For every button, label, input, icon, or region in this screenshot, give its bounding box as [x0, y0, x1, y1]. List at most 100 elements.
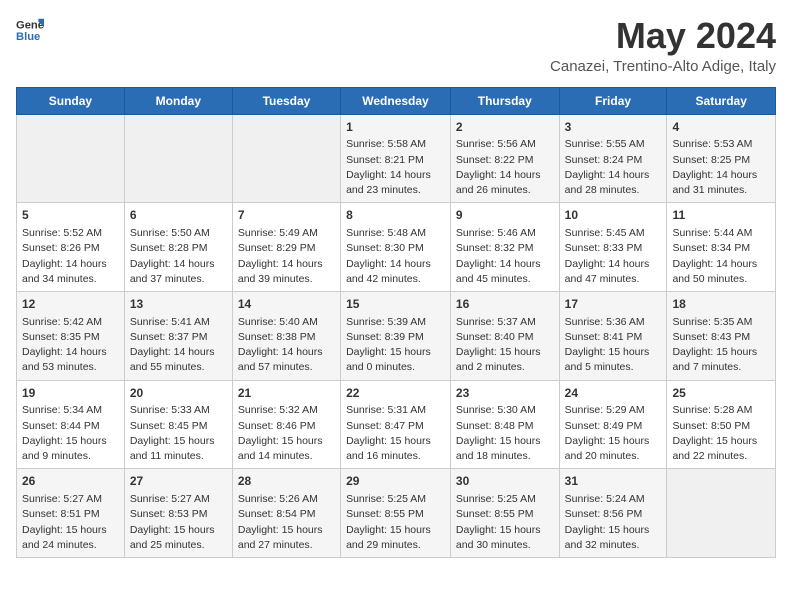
calendar-cell: 23Sunrise: 5:30 AMSunset: 8:48 PMDayligh… — [450, 380, 559, 469]
daylight-text: Daylight: 15 hours and 22 minutes. — [672, 434, 770, 464]
calendar-cell: 24Sunrise: 5:29 AMSunset: 8:49 PMDayligh… — [559, 380, 667, 469]
day-info: Sunrise: 5:24 AMSunset: 8:56 PMDaylight:… — [565, 492, 662, 553]
day-info: Sunrise: 5:58 AMSunset: 8:21 PMDaylight:… — [346, 137, 445, 198]
calendar-cell: 28Sunrise: 5:26 AMSunset: 8:54 PMDayligh… — [232, 469, 340, 558]
sunset-text: Sunset: 8:25 PM — [672, 153, 770, 168]
calendar-cell: 1Sunrise: 5:58 AMSunset: 8:21 PMDaylight… — [341, 114, 451, 203]
sunset-text: Sunset: 8:34 PM — [672, 241, 770, 256]
sunset-text: Sunset: 8:33 PM — [565, 241, 662, 256]
day-number: 4 — [672, 119, 770, 136]
day-number: 9 — [456, 207, 554, 224]
logo-icon: General Blue — [16, 16, 44, 44]
daylight-text: Daylight: 14 hours and 26 minutes. — [456, 168, 554, 198]
sunrise-text: Sunrise: 5:29 AM — [565, 403, 662, 418]
daylight-text: Daylight: 15 hours and 0 minutes. — [346, 345, 445, 375]
calendar-cell: 29Sunrise: 5:25 AMSunset: 8:55 PMDayligh… — [341, 469, 451, 558]
sunset-text: Sunset: 8:39 PM — [346, 330, 445, 345]
title-area: May 2024 Canazei, Trentino-Alto Adige, I… — [550, 16, 776, 75]
header-monday: Monday — [124, 87, 232, 114]
sunrise-text: Sunrise: 5:42 AM — [22, 315, 119, 330]
calendar-cell: 27Sunrise: 5:27 AMSunset: 8:53 PMDayligh… — [124, 469, 232, 558]
header-saturday: Saturday — [667, 87, 776, 114]
calendar-cell: 11Sunrise: 5:44 AMSunset: 8:34 PMDayligh… — [667, 203, 776, 292]
day-number: 25 — [672, 385, 770, 402]
sunrise-text: Sunrise: 5:58 AM — [346, 137, 445, 152]
day-info: Sunrise: 5:37 AMSunset: 8:40 PMDaylight:… — [456, 315, 554, 376]
day-info: Sunrise: 5:39 AMSunset: 8:39 PMDaylight:… — [346, 315, 445, 376]
daylight-text: Daylight: 15 hours and 2 minutes. — [456, 345, 554, 375]
day-info: Sunrise: 5:55 AMSunset: 8:24 PMDaylight:… — [565, 137, 662, 198]
calendar-cell: 16Sunrise: 5:37 AMSunset: 8:40 PMDayligh… — [450, 291, 559, 380]
calendar-cell: 25Sunrise: 5:28 AMSunset: 8:50 PMDayligh… — [667, 380, 776, 469]
sunset-text: Sunset: 8:47 PM — [346, 419, 445, 434]
day-info: Sunrise: 5:50 AMSunset: 8:28 PMDaylight:… — [130, 226, 227, 287]
calendar-cell: 12Sunrise: 5:42 AMSunset: 8:35 PMDayligh… — [17, 291, 125, 380]
calendar-week-1: 1Sunrise: 5:58 AMSunset: 8:21 PMDaylight… — [17, 114, 776, 203]
calendar-cell: 31 Sunrise: 5:24 AMSunset: 8:56 PMDayligh… — [559, 469, 667, 558]
sunrise-text: Sunrise: 5:27 AM — [130, 492, 227, 507]
sunrise-text: Sunrise: 5:28 AM — [672, 403, 770, 418]
calendar-cell: 15 Sunrise: 5:39 AMSunset: 8:39 PMDayligh… — [341, 291, 451, 380]
daylight-text: Daylight: 14 hours and 23 minutes. — [346, 168, 445, 198]
day-info: Sunrise: 5:36 AMSunset: 8:41 PMDaylight:… — [565, 315, 662, 376]
daylight-text: Daylight: 15 hours and 29 minutes. — [346, 523, 445, 553]
sunset-text: Sunset: 8:30 PM — [346, 241, 445, 256]
calendar-cell: 9Sunrise: 5:46 AMSunset: 8:32 PMDaylight… — [450, 203, 559, 292]
sunset-text: Sunset: 8:50 PM — [672, 419, 770, 434]
day-info: Sunrise: 5:41 AMSunset: 8:37 PMDaylight:… — [130, 315, 227, 376]
sunrise-text: Sunrise: 5:33 AM — [130, 403, 227, 418]
day-number: 17 — [565, 296, 662, 313]
calendar-cell: 8 Sunrise: 5:48 AMSunset: 8:30 PMDaylight… — [341, 203, 451, 292]
daylight-text: Daylight: 14 hours and 53 minutes. — [22, 345, 119, 375]
calendar-cell: 19Sunrise: 5:34 AMSunset: 8:44 PMDayligh… — [17, 380, 125, 469]
day-number: 26 — [22, 473, 119, 490]
sunrise-text: Sunrise: 5:25 AM — [456, 492, 554, 507]
day-info: Sunrise: 5:30 AMSunset: 8:48 PMDaylight:… — [456, 403, 554, 464]
day-number: 31 — [565, 473, 662, 490]
day-number: 23 — [456, 385, 554, 402]
sunset-text: Sunset: 8:48 PM — [456, 419, 554, 434]
sunset-text: Sunset: 8:45 PM — [130, 419, 227, 434]
sunrise-text: Sunrise: 5:26 AM — [238, 492, 335, 507]
day-info: Sunrise: 5:26 AMSunset: 8:54 PMDaylight:… — [238, 492, 335, 553]
day-number: 14 — [238, 296, 335, 313]
sunrise-text: Sunrise: 5:40 AM — [238, 315, 335, 330]
daylight-text: Daylight: 14 hours and 37 minutes. — [130, 257, 227, 287]
sunrise-text: Sunrise: 5:37 AM — [456, 315, 554, 330]
calendar-cell: 26 Sunrise: 5:27 AMSunset: 8:51 PMDayligh… — [17, 469, 125, 558]
sunset-text: Sunset: 8:24 PM — [565, 153, 662, 168]
day-info: Sunrise: 5:32 AMSunset: 8:46 PMDaylight:… — [238, 403, 335, 464]
sunset-text: Sunset: 8:26 PM — [22, 241, 119, 256]
day-info: Sunrise: 5:35 AMSunset: 8:43 PMDaylight:… — [672, 315, 770, 376]
header-thursday: Thursday — [450, 87, 559, 114]
day-info: Sunrise: 5:27 AMSunset: 8:51 PMDaylight:… — [22, 492, 119, 553]
daylight-text: Daylight: 14 hours and 50 minutes. — [672, 257, 770, 287]
daylight-text: Daylight: 14 hours and 31 minutes. — [672, 168, 770, 198]
sunrise-text: Sunrise: 5:34 AM — [22, 403, 119, 418]
daylight-text: Daylight: 14 hours and 39 minutes. — [238, 257, 335, 287]
sunrise-text: Sunrise: 5:39 AM — [346, 315, 445, 330]
calendar-cell: 7Sunrise: 5:49 AMSunset: 8:29 PMDaylight… — [232, 203, 340, 292]
day-info: Sunrise: 5:49 AMSunset: 8:29 PMDaylight:… — [238, 226, 335, 287]
sunset-text: Sunset: 8:54 PM — [238, 507, 335, 522]
day-number: 15 — [346, 296, 445, 313]
calendar-week-3: 12Sunrise: 5:42 AMSunset: 8:35 PMDayligh… — [17, 291, 776, 380]
daylight-text: Daylight: 14 hours and 57 minutes. — [238, 345, 335, 375]
day-number: 8 — [346, 207, 445, 224]
svg-text:Blue: Blue — [16, 31, 40, 43]
calendar-cell: 14Sunrise: 5:40 AMSunset: 8:38 PMDayligh… — [232, 291, 340, 380]
sunset-text: Sunset: 8:35 PM — [22, 330, 119, 345]
day-number: 3 — [565, 119, 662, 136]
sunset-text: Sunset: 8:46 PM — [238, 419, 335, 434]
daylight-text: Daylight: 15 hours and 20 minutes. — [565, 434, 662, 464]
header-friday: Friday — [559, 87, 667, 114]
sunset-text: Sunset: 8:56 PM — [565, 507, 662, 522]
day-info: Sunrise: 5:48 AMSunset: 8:30 PMDaylight:… — [346, 226, 445, 287]
day-number: 30 — [456, 473, 554, 490]
calendar-cell: 3Sunrise: 5:55 AMSunset: 8:24 PMDaylight… — [559, 114, 667, 203]
daylight-text: Daylight: 14 hours and 55 minutes. — [130, 345, 227, 375]
sunset-text: Sunset: 8:41 PM — [565, 330, 662, 345]
day-number: 22 — [346, 385, 445, 402]
calendar-cell — [667, 469, 776, 558]
page-header: General Blue May 2024 Canazei, Trentino-… — [16, 16, 776, 75]
